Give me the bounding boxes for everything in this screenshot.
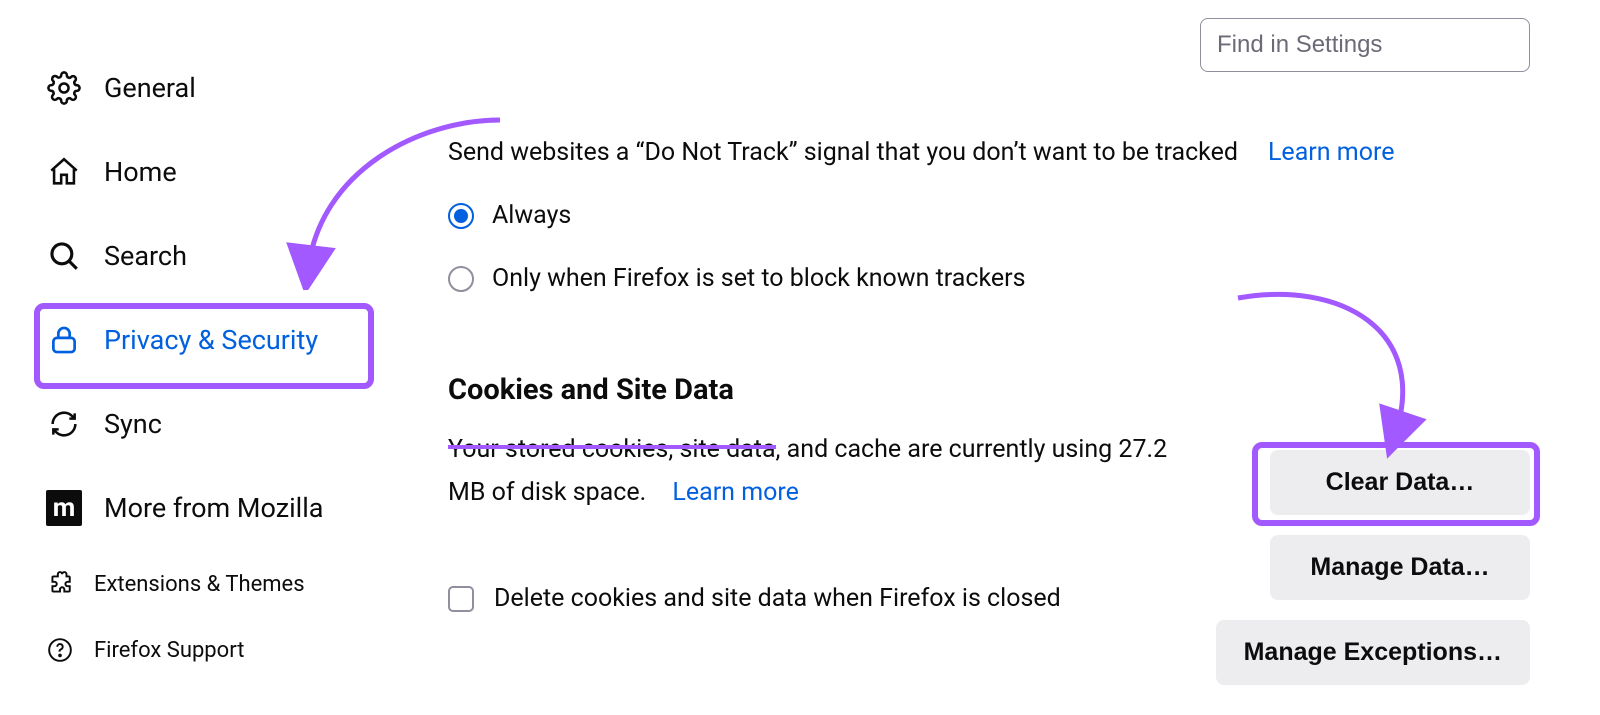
- sidebar-item-label: Extensions & Themes: [94, 572, 305, 597]
- sidebar-item-label: Sync: [104, 408, 162, 440]
- sidebar-item-label: More from Mozilla: [104, 492, 323, 524]
- sidebar-footer: Extensions & Themes Firefox Support: [46, 562, 400, 672]
- sidebar-item-label: Home: [104, 156, 177, 188]
- sidebar-item-home[interactable]: Home: [46, 142, 400, 202]
- clear-data-button[interactable]: Clear Data…: [1270, 450, 1530, 515]
- lock-icon: [46, 322, 82, 358]
- sidebar-item-search[interactable]: Search: [46, 226, 400, 286]
- cookies-description: Your stored cookies, site data, and cach…: [448, 429, 1168, 514]
- dnt-description: Send websites a “Do Not Track” signal th…: [448, 138, 1238, 167]
- sidebar-item-label: Firefox Support: [94, 638, 244, 663]
- gear-icon: [46, 70, 82, 106]
- sidebar-item-more-mozilla[interactable]: m More from Mozilla: [46, 478, 400, 538]
- sidebar-item-privacy-security[interactable]: Privacy & Security: [46, 310, 400, 370]
- sidebar-item-label: General: [104, 72, 196, 104]
- sidebar-item-sync[interactable]: Sync: [46, 394, 400, 454]
- checkbox-label: Delete cookies and site data when Firefo…: [494, 584, 1061, 613]
- help-icon: [46, 636, 74, 664]
- search-icon: [46, 238, 82, 274]
- home-icon: [46, 154, 82, 190]
- dnt-option-only-trackers[interactable]: Only when Firefox is set to block known …: [448, 264, 1540, 293]
- radio-label: Only when Firefox is set to block known …: [492, 264, 1026, 293]
- manage-data-button[interactable]: Manage Data…: [1270, 535, 1530, 600]
- radio-only-trackers[interactable]: [448, 266, 474, 292]
- mozilla-icon: m: [46, 490, 82, 526]
- sidebar-item-label: Privacy & Security: [104, 324, 318, 356]
- cookies-desc-suffix: of disk space.: [485, 478, 646, 507]
- cookies-learn-more-link[interactable]: Learn more: [672, 478, 798, 507]
- sync-icon: [46, 406, 82, 442]
- radio-always[interactable]: [448, 203, 474, 229]
- settings-sidebar: General Home Search Privacy & Security: [0, 58, 400, 694]
- cookies-heading: Cookies and Site Data: [448, 373, 1540, 407]
- settings-search-wrap: [1200, 18, 1530, 72]
- sidebar-item-extensions-themes[interactable]: Extensions & Themes: [46, 562, 400, 606]
- cookies-buttons: Clear Data… Manage Data… Manage Exceptio…: [1216, 450, 1530, 685]
- puzzle-icon: [46, 570, 74, 598]
- sidebar-item-general[interactable]: General: [46, 58, 400, 118]
- dnt-description-row: Send websites a “Do Not Track” signal th…: [448, 138, 1540, 167]
- dnt-option-always[interactable]: Always: [448, 201, 1540, 230]
- dnt-learn-more-link[interactable]: Learn more: [1268, 138, 1394, 167]
- sidebar-item-firefox-support[interactable]: Firefox Support: [46, 628, 400, 672]
- settings-search-input[interactable]: [1200, 18, 1530, 72]
- manage-exceptions-button[interactable]: Manage Exceptions…: [1216, 620, 1530, 685]
- delete-on-close-checkbox[interactable]: [448, 586, 474, 612]
- sidebar-item-label: Search: [104, 240, 187, 272]
- cookies-desc-prefix: Your stored cookies, site data, and cach…: [448, 435, 1118, 464]
- radio-label: Always: [492, 201, 571, 230]
